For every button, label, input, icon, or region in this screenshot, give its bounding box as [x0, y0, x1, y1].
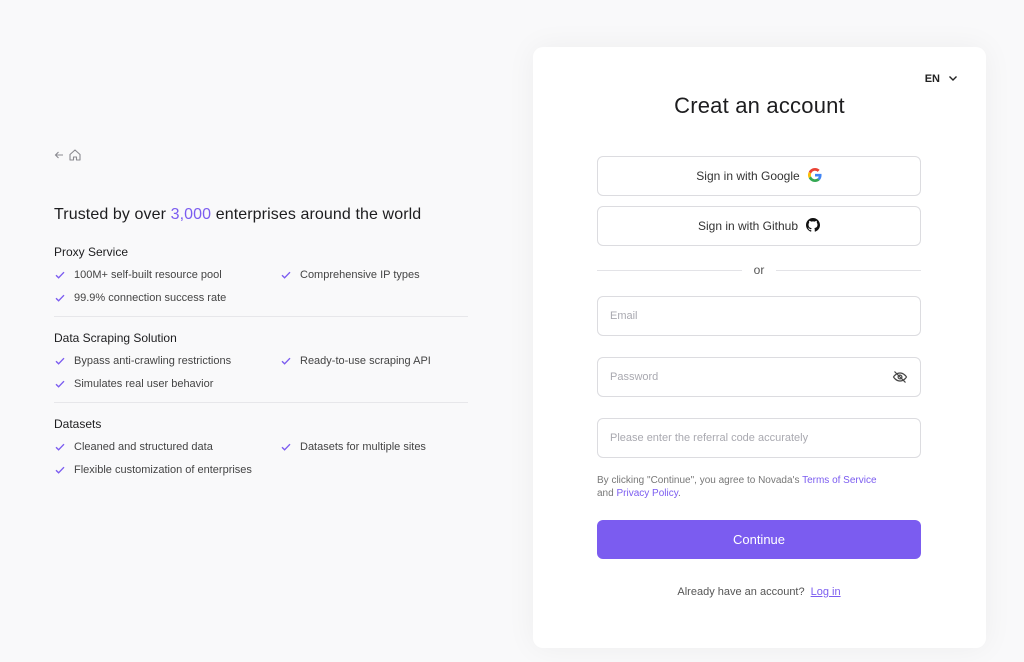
- home-icon[interactable]: [68, 148, 82, 162]
- headline-prefix: Trusted by over: [54, 206, 171, 223]
- google-icon: [807, 167, 822, 185]
- signup-form: Sign in with Google Sign in with Github: [597, 156, 922, 598]
- section-title: Datasets: [54, 417, 102, 431]
- divider-text: or: [753, 263, 765, 277]
- signup-page: Trusted by over 3,000 enterprises around…: [0, 0, 1024, 662]
- feature-label: Simulates real user behavior: [74, 378, 214, 390]
- section-datasets: Datasets Cleaned and structured data Dat…: [54, 417, 468, 488]
- check-icon: [54, 355, 66, 367]
- feature-label: Datasets for multiple sites: [300, 441, 426, 453]
- check-icon: [54, 378, 66, 390]
- feature-item: Datasets for multiple sites: [280, 440, 468, 454]
- section-title: Data Scraping Solution: [54, 331, 177, 345]
- github-signin-label: Sign in with Github: [697, 219, 799, 233]
- google-signin-label: Sign in with Google: [696, 169, 800, 183]
- marketing-panel: Trusted by over 3,000 enterprises around…: [54, 146, 468, 502]
- referral-code-field[interactable]: [597, 418, 921, 458]
- eye-off-icon[interactable]: [892, 369, 908, 385]
- email-field[interactable]: [597, 296, 921, 336]
- feature-item: 100M+ self-built resource pool: [54, 268, 280, 282]
- password-field[interactable]: [597, 357, 921, 397]
- section-title: Proxy Service: [54, 245, 129, 259]
- feature-item: Bypass anti-crawling restrictions: [54, 354, 280, 368]
- login-prompt: Already have an account? Log in: [597, 586, 921, 598]
- language-selector[interactable]: EN: [925, 73, 958, 85]
- check-icon: [280, 269, 292, 281]
- feature-item: 99.9% connection success rate: [54, 291, 280, 305]
- feature-label: Cleaned and structured data: [74, 441, 213, 453]
- referral-code-input[interactable]: [610, 432, 908, 444]
- feature-label: 100M+ self-built resource pool: [74, 269, 222, 281]
- nav-icons: [54, 146, 468, 164]
- feature-item: Cleaned and structured data: [54, 440, 280, 454]
- language-label: EN: [924, 73, 940, 85]
- terms-and: and: [597, 488, 617, 499]
- divider-line: [776, 269, 922, 271]
- headline: Trusted by over 3,000 enterprises around…: [54, 204, 468, 226]
- arrow-left-icon[interactable]: [54, 150, 64, 160]
- github-signin-button[interactable]: Sign in with Github: [597, 206, 921, 246]
- github-icon: [806, 217, 821, 235]
- feature-label: Flexible customization of enterprises: [74, 464, 252, 476]
- feature-label: 99.9% connection success rate: [74, 292, 227, 304]
- email-input[interactable]: [610, 310, 908, 322]
- login-link[interactable]: Log in: [811, 586, 841, 598]
- section-data-scraping: Data Scraping Solution Bypass anti-crawl…: [54, 331, 468, 403]
- feature-label: Bypass anti-crawling restrictions: [74, 355, 232, 367]
- check-icon: [280, 355, 292, 367]
- continue-button[interactable]: Continue: [597, 520, 921, 559]
- terms-notice: By clicking "Continue", you agree to Nov…: [597, 474, 921, 500]
- check-icon: [54, 292, 66, 304]
- chevron-down-icon: [948, 73, 958, 85]
- check-icon: [280, 441, 292, 453]
- terms-suffix: .: [677, 488, 681, 499]
- feature-item: Simulates real user behavior: [54, 377, 280, 391]
- check-icon: [54, 269, 66, 281]
- check-icon: [54, 441, 66, 453]
- section-proxy-service: Proxy Service 100M+ self-built resource …: [54, 245, 468, 317]
- divider-line: [597, 269, 742, 271]
- feature-label: Comprehensive IP types: [300, 269, 420, 281]
- feature-item: Comprehensive IP types: [280, 268, 468, 282]
- headline-suffix: enterprises around the world: [211, 206, 422, 223]
- google-signin-button[interactable]: Sign in with Google: [597, 156, 921, 196]
- or-divider: or: [597, 263, 922, 277]
- feature-item: Flexible customization of enterprises: [54, 463, 280, 477]
- signup-card: EN Creat an account Sign in with Google: [533, 47, 986, 648]
- feature-item: Ready-to-use scraping API: [280, 354, 468, 368]
- headline-highlight: 3,000: [170, 206, 212, 223]
- password-input[interactable]: [610, 371, 892, 383]
- page-title: Creat an account: [674, 93, 845, 118]
- terms-of-service-link[interactable]: Terms of Service: [802, 475, 876, 486]
- privacy-policy-link[interactable]: Privacy Policy: [616, 488, 678, 499]
- check-icon: [54, 464, 66, 476]
- login-prompt-text: Already have an account?: [677, 586, 805, 598]
- terms-prefix: By clicking "Continue", you agree to Nov…: [597, 475, 803, 486]
- feature-label: Ready-to-use scraping API: [300, 355, 431, 367]
